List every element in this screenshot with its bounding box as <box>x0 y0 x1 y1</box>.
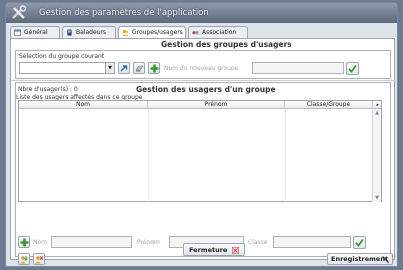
association-icon <box>192 31 199 35</box>
users-box: Nbre d'usager(s) : 0 Gestion des usagers… <box>15 82 393 265</box>
col-header-prenom[interactable]: Prénom <box>148 101 285 109</box>
users-title: Gestion des usagers d'un groupe <box>136 85 276 94</box>
remove-users-button[interactable] <box>33 253 45 265</box>
users-import-icon <box>20 256 28 264</box>
classe-input[interactable] <box>273 236 351 248</box>
group-select[interactable]: ▼ <box>19 62 115 74</box>
title-bar: Gestion des paramètres de l'application <box>6 3 397 23</box>
import-users-button[interactable] <box>18 253 30 265</box>
save-button-label: Enregistrement <box>331 255 389 263</box>
tab-baladeurs[interactable]: Baladeurs <box>62 26 116 38</box>
device-icon <box>67 29 72 36</box>
column-divider <box>148 109 149 202</box>
user-count-label: Nbre d'usager(s) : <box>18 86 72 93</box>
column-divider <box>285 109 286 202</box>
validate-group-button[interactable] <box>346 62 359 75</box>
window-title: Gestion des paramètres de l'application <box>39 8 209 18</box>
section-divider <box>11 80 395 81</box>
plus-icon <box>150 64 159 73</box>
users-table[interactable]: Nom Prénom Classe/Groupe ▸ ▲ ▼ <box>18 100 382 202</box>
group-icon <box>122 29 129 36</box>
close-button[interactable]: Fermeture <box>183 243 245 256</box>
pen-icon <box>382 256 389 263</box>
tools-icon <box>12 5 27 19</box>
chevron-down-icon[interactable]: ▼ <box>105 63 114 73</box>
settings-window: Gestion des paramètres de l'application … <box>5 2 398 267</box>
col-header-nom[interactable]: Nom <box>19 101 148 109</box>
group-select-label: Sélection du groupe courant <box>19 53 105 60</box>
check-icon <box>348 64 357 73</box>
calendar-icon <box>14 29 21 36</box>
validate-user-button[interactable] <box>353 236 366 249</box>
close-button-label: Fermeture <box>189 246 228 254</box>
go-to-group-button[interactable] <box>118 62 130 74</box>
delete-group-button[interactable] <box>133 62 145 74</box>
col-header-prenom-label: Prénom <box>204 101 228 108</box>
scroll-up-icon[interactable]: ▲ <box>373 109 381 117</box>
groups-title: Gestion des groupes d'usagers <box>161 40 292 49</box>
new-group-placeholder: Nom du nouveau groupe <box>164 65 239 72</box>
tab-general-label: Général <box>24 29 48 36</box>
tab-association[interactable]: Association <box>188 26 248 38</box>
col-header-nom-label: Nom <box>75 101 90 108</box>
user-count-value: 0 <box>74 86 78 93</box>
add-group-button[interactable] <box>148 62 160 74</box>
prenom-label: Prénom <box>137 239 160 246</box>
nom-label: Nom <box>33 239 48 246</box>
users-table-header: Nom Prénom Classe/Groupe ▸ <box>19 101 381 109</box>
scroll-down-icon[interactable]: ▼ <box>373 194 381 202</box>
users-remove-icon <box>35 256 44 264</box>
groups-panel: Gestion des groupes d'usagers Sélection … <box>10 38 395 265</box>
save-button[interactable]: Enregistrement <box>327 253 393 265</box>
column-menu-icon[interactable]: ▸ <box>376 101 379 109</box>
tab-general[interactable]: Général <box>10 26 60 38</box>
group-selection-box: Sélection du groupe courant ▼ Nom du nou… <box>15 50 391 79</box>
plus-icon <box>20 238 29 247</box>
tab-baladeurs-label: Baladeurs <box>76 29 107 36</box>
close-icon <box>232 247 239 254</box>
arrow-icon <box>120 65 128 72</box>
add-user-button[interactable] <box>18 236 30 248</box>
tab-groupes-usagers-label: Groupes/usagers <box>132 29 183 36</box>
vertical-scrollbar[interactable]: ▲ ▼ <box>372 109 381 202</box>
nom-input[interactable] <box>51 236 132 248</box>
col-header-classe-label: Classe/Groupe <box>306 101 351 108</box>
eraser-icon <box>135 65 144 72</box>
check-icon <box>355 238 364 247</box>
classe-label: Classe <box>248 239 268 246</box>
col-header-classe[interactable]: Classe/Groupe <box>285 101 373 109</box>
tab-association-label: Association <box>202 29 237 36</box>
new-group-name-input[interactable] <box>252 62 344 74</box>
